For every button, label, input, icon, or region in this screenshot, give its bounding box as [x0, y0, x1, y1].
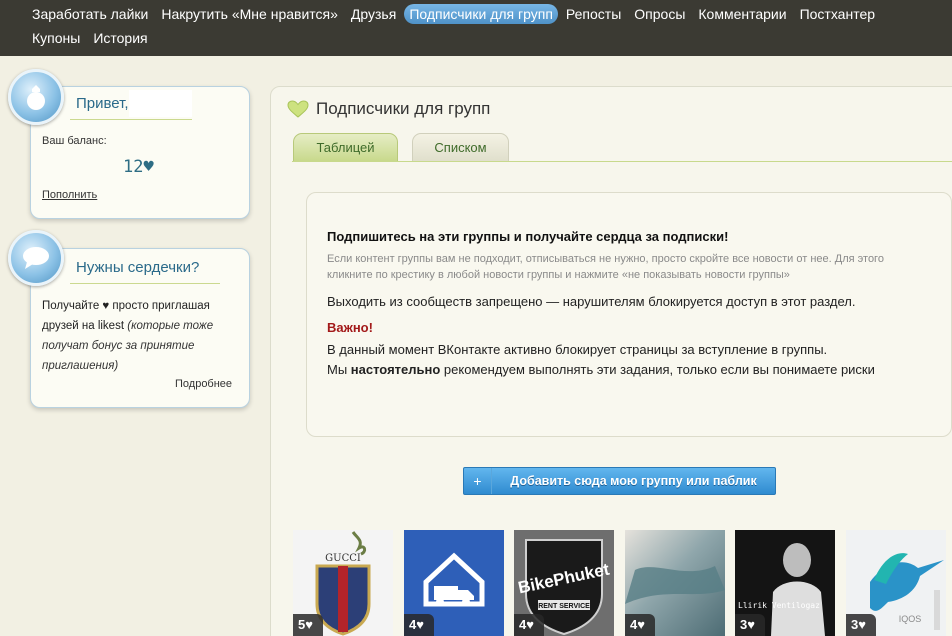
reward-badge: 4♥ — [404, 614, 434, 636]
info-rule: Выходить из сообществ запрещено — наруши… — [327, 294, 856, 309]
nav-item[interactable]: Заработать лайки — [27, 4, 153, 24]
info-subtext: Если контент группы вам не подходит, отп… — [327, 253, 884, 281]
reward-badge: 4♥ — [514, 614, 544, 636]
reward-badge: 3♥ — [735, 614, 765, 636]
info-warning-line2: Мы настоятельно рекомендуем выполнять эт… — [327, 360, 917, 380]
nav-item[interactable]: История — [88, 28, 152, 48]
group-thumb[interactable]: BikePhuket RENT SERVICE 4♥ — [514, 530, 614, 636]
tabs-underline — [292, 161, 952, 162]
group-thumb[interactable]: 4♥ — [404, 530, 504, 636]
page-title: Подписчики для групп — [316, 99, 491, 118]
tab-table[interactable]: Таблицей — [293, 133, 398, 162]
group-thumb[interactable]: GUCCI 5♥ — [293, 530, 393, 636]
group-thumb[interactable]: IQOS 3♥ — [846, 530, 946, 636]
nav-item[interactable]: Накрутить «Мне нравится» — [156, 4, 343, 24]
nav-item[interactable]: Опросы — [629, 4, 690, 24]
more-link[interactable]: Подробнее — [175, 378, 232, 390]
warn-pre: Мы — [327, 362, 351, 377]
nav-item[interactable]: Друзья — [346, 4, 401, 24]
group-thumb[interactable]: 4♥ — [625, 530, 725, 636]
tab-list[interactable]: Списком — [412, 133, 509, 162]
nav-item[interactable]: Комментарии — [693, 4, 791, 24]
speech-bubble-badge-icon — [8, 230, 64, 286]
nav-item[interactable]: Купоны — [27, 28, 85, 48]
greeting-title: Привет, — [76, 95, 129, 112]
bikephuket-subcaption: RENT SERVICE — [538, 603, 590, 610]
top-nav: Заработать лайки Накрутить «Мне нравится»… — [0, 0, 952, 56]
nav-item[interactable]: Постхантер — [795, 4, 880, 24]
reward-badge: 4♥ — [625, 614, 655, 636]
nav-row-2: Купоны История — [27, 26, 926, 50]
info-warning-line1: В данный момент ВКонтакте активно блокир… — [327, 342, 828, 357]
add-group-button-label: Добавить сюда мою группу или паблик — [510, 474, 757, 488]
iqos-caption: IQOS — [899, 614, 922, 624]
greeting-divider — [70, 119, 192, 120]
promo-title: Нужны сердечки? — [76, 259, 200, 276]
warn-bold: настоятельно — [350, 362, 441, 377]
reward-badge: 3♥ — [846, 614, 876, 636]
balance-label: Ваш баланс: — [42, 135, 107, 147]
nav-row-1: Заработать лайки Накрутить «Мне нравится»… — [27, 2, 926, 26]
money-bag-badge-icon — [8, 69, 64, 125]
group-thumb[interactable]: Llirik Ventilogaz 3♥ — [735, 530, 835, 636]
nav-item[interactable]: Подписчики для групп — [404, 4, 558, 24]
gucci-caption: GUCCI — [325, 553, 361, 564]
rapper-caption: Llirik Ventilogaz — [738, 601, 820, 610]
info-warning-label: Важно! — [327, 320, 373, 335]
info-heading: Подпишитесь на эти группы и получайте се… — [327, 229, 729, 244]
user-name-field — [129, 90, 192, 117]
heart-icon — [287, 100, 309, 123]
plus-icon: + — [464, 468, 492, 494]
add-group-button[interactable]: + Добавить сюда мою группу или паблик — [463, 467, 776, 495]
topup-link[interactable]: Пополнить — [42, 189, 97, 201]
balance-value: 12♥ — [123, 157, 154, 177]
promo-text: Получайте ♥ просто приглашая друзей на l… — [42, 296, 242, 376]
warn-post: рекомендуем выполнять эти задания, тольк… — [440, 362, 875, 377]
nav-item[interactable]: Репосты — [561, 4, 626, 24]
reward-badge: 5♥ — [293, 614, 323, 636]
promo-divider — [70, 283, 220, 284]
